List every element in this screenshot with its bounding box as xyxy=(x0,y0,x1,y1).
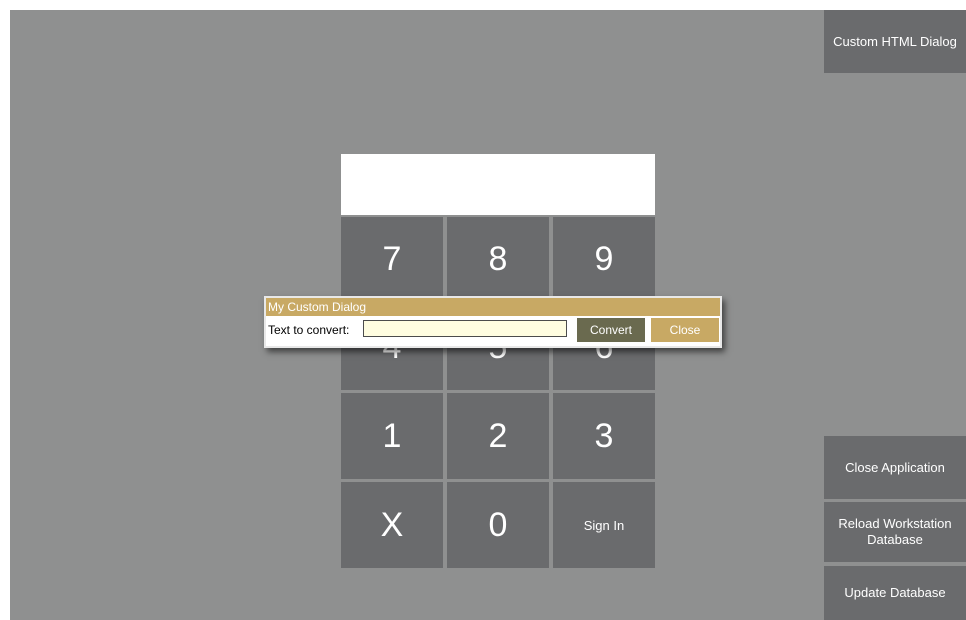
close-application-button[interactable]: Close Application xyxy=(824,436,966,499)
numeric-keypad: 7 8 9 4 5 6 1 2 3 X 0 Sign In xyxy=(341,217,655,568)
key-3[interactable]: 3 xyxy=(553,393,655,479)
custom-dialog: My Custom Dialog Text to convert: Conver… xyxy=(264,296,722,348)
key-2[interactable]: 2 xyxy=(447,393,549,479)
pin-display xyxy=(341,154,655,215)
reload-workstation-database-button[interactable]: Reload Workstation Database xyxy=(824,502,966,562)
dialog-body: Text to convert: Convert Close xyxy=(266,316,720,346)
key-9[interactable]: 9 xyxy=(553,217,655,302)
text-to-convert-input[interactable] xyxy=(363,320,567,337)
dialog-title: My Custom Dialog xyxy=(266,298,720,316)
pos-login-screen: Custom HTML Dialog 7 8 9 4 5 6 1 2 3 X 0… xyxy=(10,10,966,620)
key-0[interactable]: 0 xyxy=(447,482,549,568)
key-7[interactable]: 7 xyxy=(341,217,443,302)
sign-in-button[interactable]: Sign In xyxy=(553,482,655,568)
text-to-convert-label: Text to convert: xyxy=(268,323,350,337)
convert-button[interactable]: Convert xyxy=(577,318,645,342)
key-8[interactable]: 8 xyxy=(447,217,549,302)
clear-key[interactable]: X xyxy=(341,482,443,568)
close-button[interactable]: Close xyxy=(651,318,719,342)
update-database-button[interactable]: Update Database xyxy=(824,566,966,620)
key-1[interactable]: 1 xyxy=(341,393,443,479)
custom-html-dialog-button[interactable]: Custom HTML Dialog xyxy=(824,10,966,73)
